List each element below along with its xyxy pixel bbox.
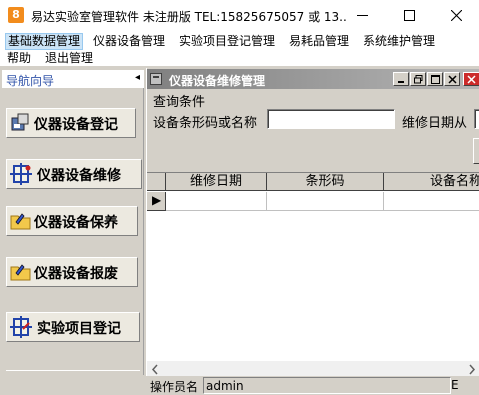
menu-project-register[interactable]: 实验项目登记管理 [177, 33, 277, 50]
operator-value: admin [203, 377, 451, 394]
nav-button-label: 仪器设备保养 [34, 215, 118, 231]
nav-button-project-register[interactable]: 实验项目登记 [6, 312, 140, 342]
child-minimize-button[interactable] [393, 72, 409, 86]
cell-equipment-name[interactable] [384, 192, 479, 211]
col-header-barcode[interactable]: 条形码 [267, 173, 384, 191]
maximize-icon [404, 10, 415, 21]
operator-label: 操作员名 [150, 380, 199, 394]
maximize-icon [431, 75, 440, 84]
nav-button-label: 实验项目登记 [37, 321, 121, 337]
menu-exit[interactable]: 退出管理 [43, 50, 95, 67]
nav-button-label: 仪器设备维修 [37, 168, 121, 184]
nav-header: 导航向导 ◂ [2, 70, 144, 88]
repair-date-from-input[interactable] [474, 109, 479, 129]
nav-panel: 仪器设备登记 仪器设备维修 仪器设备保养 仪器设备报废 实验项目登记 [2, 88, 144, 378]
close-icon [451, 10, 462, 21]
status-bar: 操作员名 admin E [146, 376, 479, 395]
menu-basic-data[interactable]: 基础数据管理 [5, 33, 84, 50]
repair-management-window: 仪器设备维修管理 查询条件 设备条形码或名称 维修日期从 维修日期 条形码 设备… [146, 68, 479, 381]
barcode-input[interactable] [267, 109, 395, 129]
client-area: 导航向导 ◂ 仪器设备登记 仪器设备维修 仪器设备保养 仪器设备报废 实验项目登… [0, 66, 479, 395]
repair-records-grid: 维修日期 条形码 设备名称 ▶ [147, 172, 479, 361]
nav-title: 导航向导 [6, 74, 55, 88]
col-header-repair-date[interactable]: 维修日期 [166, 173, 267, 191]
status-edge-text: E [451, 378, 459, 392]
query-button-edge[interactable] [473, 138, 479, 164]
menu-help[interactable]: 帮助 [5, 50, 33, 67]
nav-button-equipment-repair[interactable]: 仪器设备维修 [6, 159, 142, 189]
cell-repair-date[interactable] [166, 192, 267, 211]
col-header-equipment-name[interactable]: 设备名称 [384, 173, 479, 191]
minimize-icon [398, 81, 404, 83]
title-bar: 8 易达实验室管理软件 未注册版 TEL:15825675057 或 13... [0, 0, 479, 31]
repair-icon [10, 163, 32, 185]
menu-consumables[interactable]: 易耗品管理 [287, 33, 351, 50]
child-title-bar: 仪器设备维修管理 [147, 69, 479, 89]
nav-button-label: 仪器设备报废 [34, 266, 118, 282]
close-icon [467, 75, 476, 84]
child-close-button[interactable] [444, 72, 460, 86]
nav-button-equipment-scrap[interactable]: 仪器设备报废 [6, 257, 138, 287]
menu-equipment[interactable]: 仪器设备管理 [91, 33, 167, 50]
maintain-folder-icon [10, 213, 31, 230]
child-maximize-button[interactable] [427, 72, 443, 86]
nav-bottom-divider [6, 370, 140, 378]
nav-button-equipment-register[interactable]: 仪器设备登记 [6, 108, 136, 138]
grid-corner [147, 173, 166, 191]
nav-button-label: 仪器设备登记 [34, 117, 118, 133]
collapse-arrow-icon[interactable]: ◂ [135, 72, 140, 83]
query-group-label: 查询条件 [153, 95, 206, 110]
menu-system[interactable]: 系统维护管理 [361, 33, 437, 50]
maximize-button[interactable] [387, 0, 431, 31]
minimize-icon [357, 15, 368, 16]
scrap-folder-icon [10, 264, 31, 281]
restore-icon [414, 75, 423, 84]
cell-barcode[interactable] [267, 192, 384, 211]
menu-bar: 基础数据管理 仪器设备管理 实验项目登记管理 易耗品管理 系统维护管理 帮助 退… [0, 31, 479, 65]
app-icon: 8 [8, 7, 24, 23]
child-restore-button[interactable] [410, 72, 426, 86]
child-title: 仪器设备维修管理 [169, 74, 266, 88]
window-menu-icon[interactable] [150, 73, 162, 85]
child-close-red-button[interactable] [463, 72, 479, 86]
minimize-button[interactable] [340, 0, 384, 31]
repair-date-from-label: 维修日期从 [402, 116, 468, 131]
register-icon [11, 113, 29, 131]
project-register-icon [10, 316, 32, 338]
barcode-label: 设备条形码或名称 [153, 116, 258, 131]
close-button[interactable] [434, 0, 478, 31]
current-row-arrow-icon: ▶ [152, 193, 162, 207]
close-icon [448, 75, 457, 84]
window-title: 易达实验室管理软件 未注册版 TEL:15825675057 或 13... [31, 10, 346, 24]
nav-button-equipment-maintain[interactable]: 仪器设备保养 [6, 206, 138, 236]
row-indicator[interactable]: ▶ [147, 192, 166, 211]
